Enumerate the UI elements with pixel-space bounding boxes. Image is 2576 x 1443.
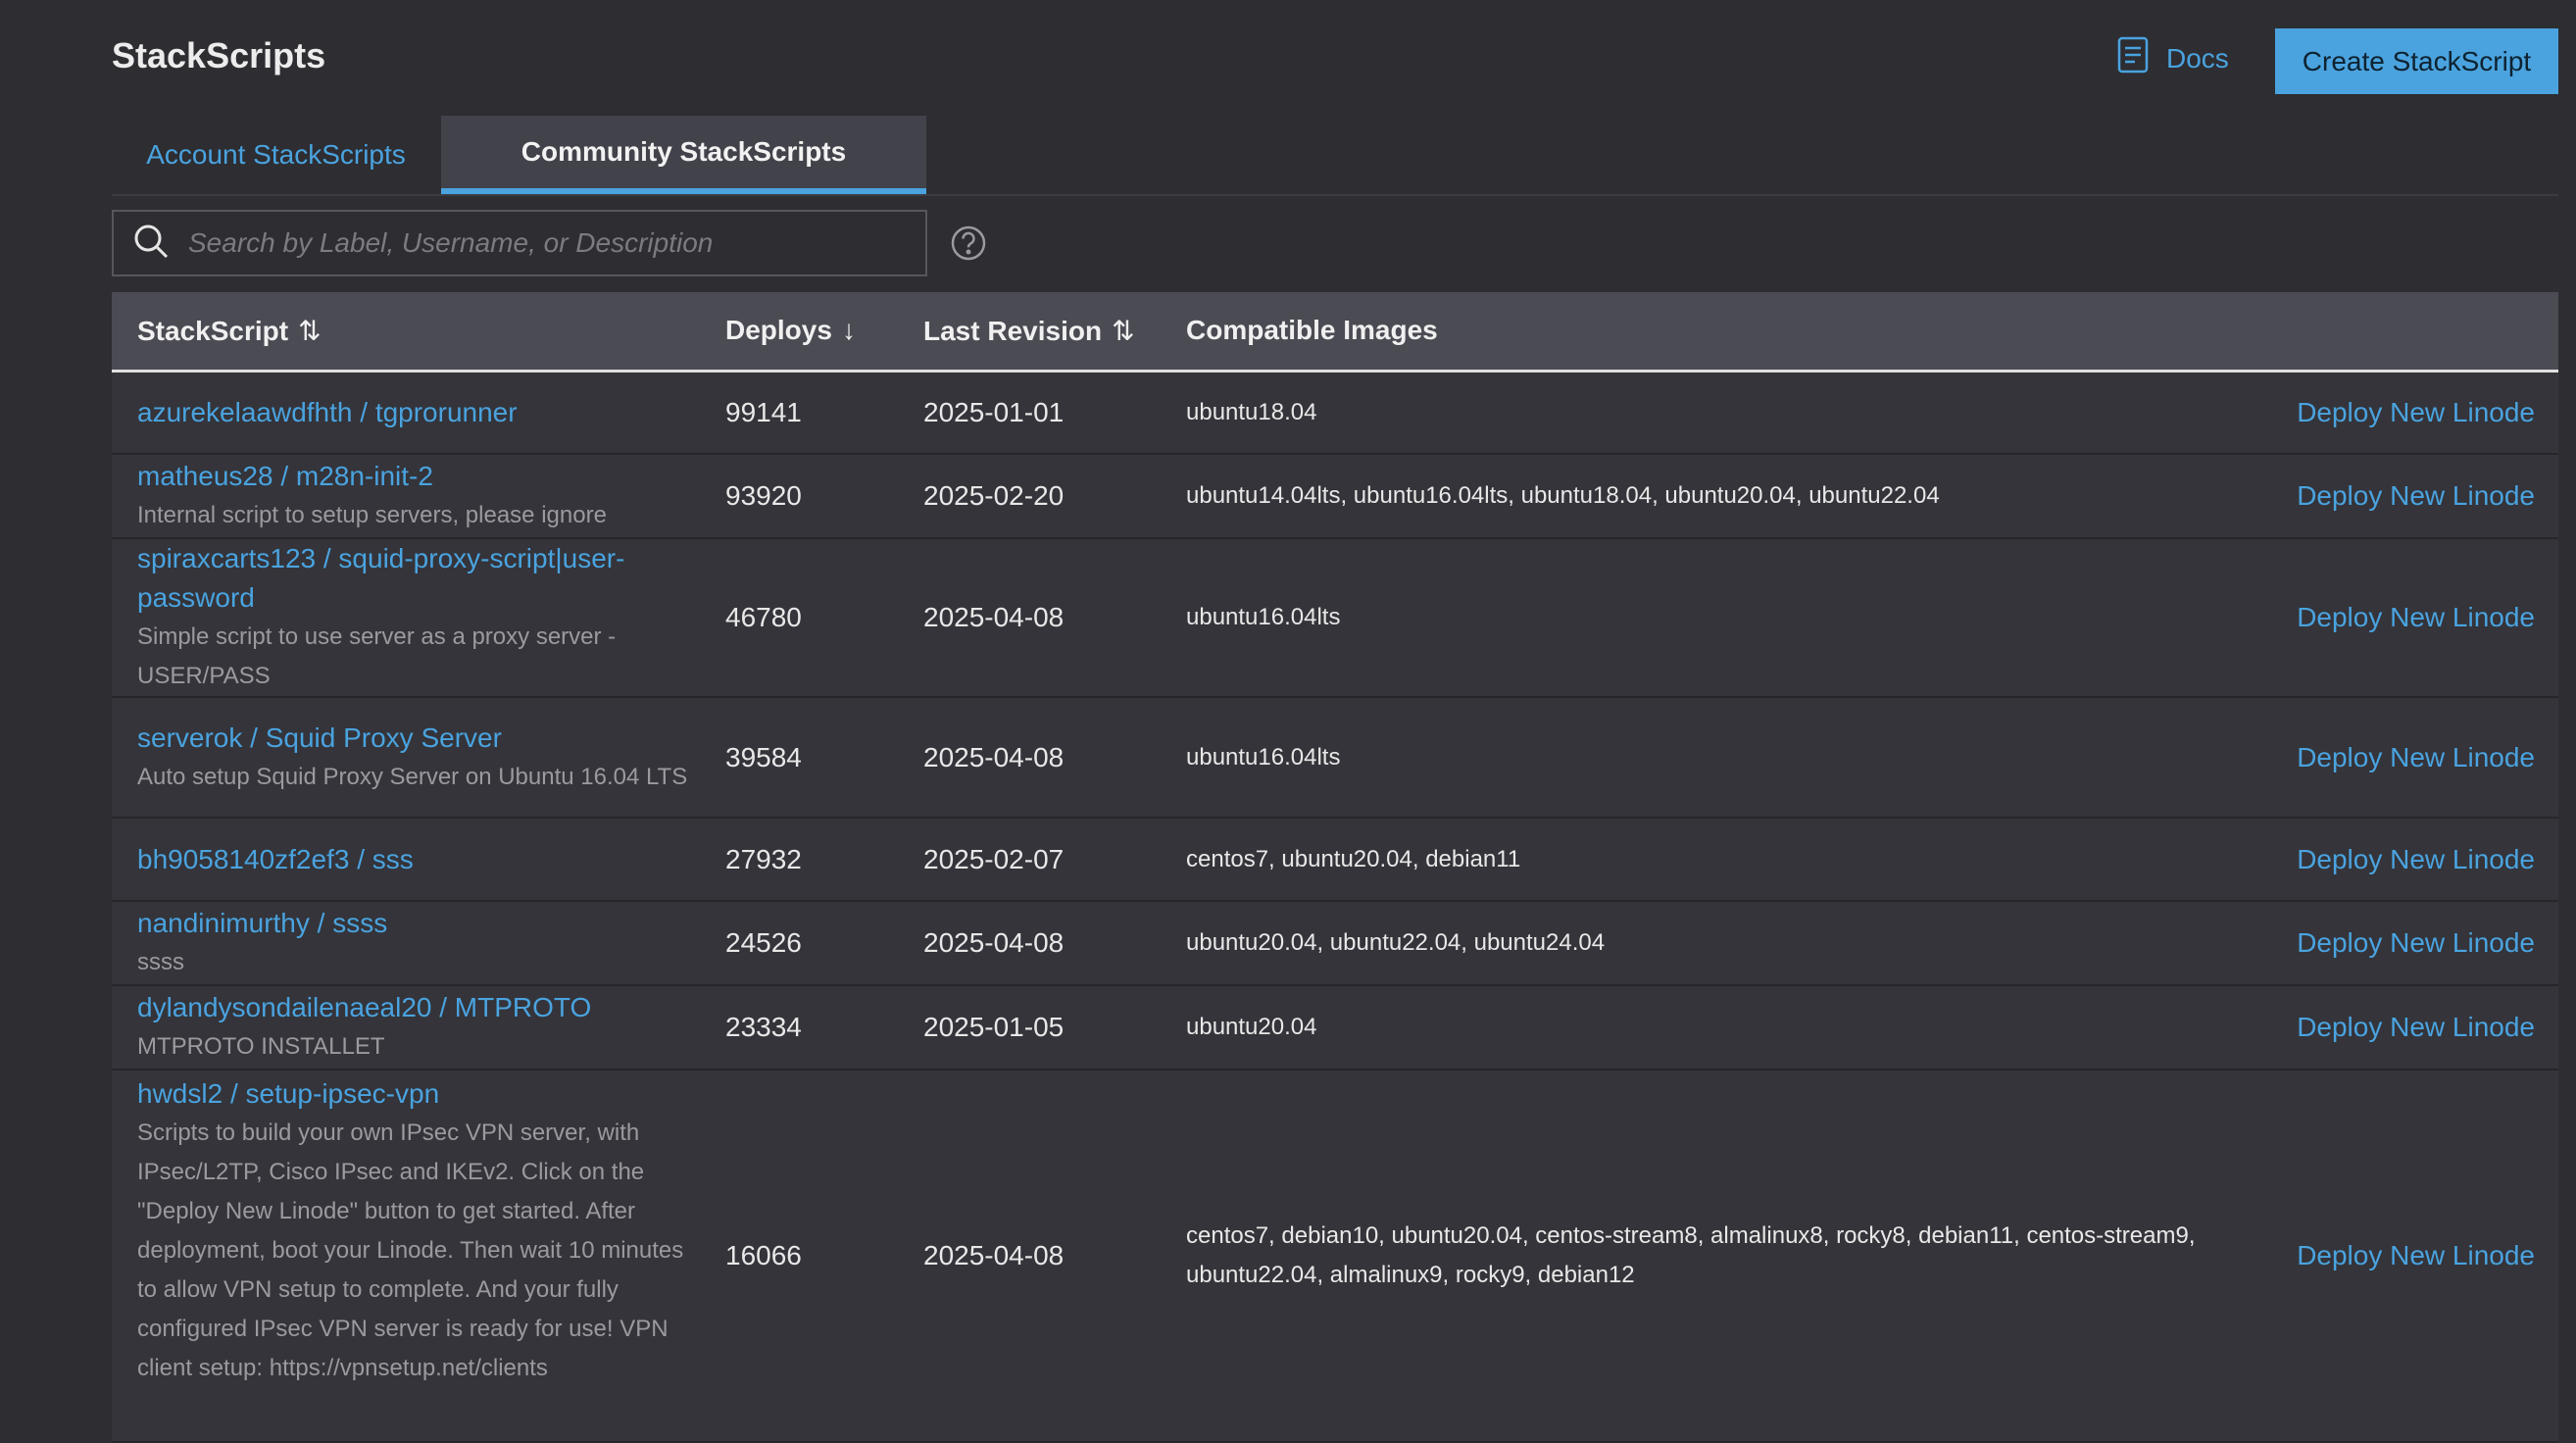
revision-cell: 2025-01-05 [923, 1012, 1065, 1042]
search-icon [114, 222, 171, 266]
column-header-actions [2239, 292, 2558, 371]
deploy-new-linode-link[interactable]: Deploy New Linode [2239, 371, 2558, 454]
stackscript-label-link[interactable]: serverok / Squid Proxy Server [137, 719, 700, 758]
help-icon[interactable] [950, 224, 987, 262]
images-cell: ubuntu18.04 [1186, 398, 1317, 425]
revision-cell: 2025-01-01 [923, 396, 1065, 427]
table-row: nandinimurthy / ssss ssss 24526 2025-04-0… [112, 901, 2558, 985]
deploys-cell: 16066 [725, 1240, 802, 1270]
deploys-cell: 46780 [725, 602, 802, 632]
images-cell: ubuntu20.04, ubuntu22.04, ubuntu24.04 [1186, 929, 1606, 956]
column-header-compatible-images: Compatible Images [1161, 292, 2239, 371]
table-header-row: StackScript ⇅ Deploys ↓ Last Revision ⇅ Com… [112, 292, 2558, 371]
revision-cell: 2025-02-07 [923, 843, 1065, 874]
deploys-cell: 39584 [725, 741, 802, 772]
deploy-new-linode-link[interactable]: Deploy New Linode [2239, 538, 2558, 697]
stackscript-label-link[interactable]: spiraxcarts123 / squid-proxy-script|user… [137, 539, 700, 618]
deploy-new-linode-link[interactable]: Deploy New Linode [2239, 697, 2558, 818]
column-header-deploys[interactable]: Deploys ↓ [700, 292, 898, 371]
search-box [112, 210, 927, 276]
column-header-stackscript[interactable]: StackScript ⇅ [112, 292, 700, 371]
table-row: spiraxcarts123 / squid-proxy-script|user… [112, 538, 2558, 697]
images-cell: ubuntu16.04lts [1186, 743, 1341, 771]
column-label: Compatible Images [1186, 315, 1438, 346]
deploys-cell: 23334 [725, 1012, 802, 1042]
deploys-cell: 24526 [725, 927, 802, 958]
column-label: Last Revision [923, 315, 1103, 346]
images-cell: ubuntu16.04lts [1186, 604, 1341, 630]
sort-both-icon: ⇅ [298, 315, 322, 346]
page-title: StackScripts [112, 35, 326, 75]
revision-cell: 2025-04-08 [923, 602, 1065, 632]
deploy-new-linode-link[interactable]: Deploy New Linode [2239, 1070, 2558, 1442]
column-label: Deploys [725, 315, 832, 346]
column-label: StackScript [137, 315, 289, 346]
images-cell: centos7, debian10, ubuntu20.04, centos-s… [1186, 1222, 2196, 1288]
stackscript-label-link[interactable]: azurekelaawdfhth / tgprorunner [137, 393, 700, 432]
deploy-new-linode-link[interactable]: Deploy New Linode [2239, 818, 2558, 901]
stackscript-label-link[interactable]: matheus28 / m28n-init-2 [137, 457, 700, 496]
tab-community-stackscripts[interactable]: Community StackScripts [441, 116, 926, 194]
revision-cell: 2025-04-08 [923, 1240, 1065, 1270]
stackscript-label-link[interactable]: bh9058140zf2ef3 / sss [137, 840, 700, 879]
deploys-cell: 27932 [725, 843, 802, 874]
table-row: azurekelaawdfhth / tgprorunner 99141 202… [112, 371, 2558, 454]
table-row: dylandysondailenaeal20 / MTPROTO MTPROTO … [112, 985, 2558, 1070]
deploy-new-linode-link[interactable]: Deploy New Linode [2239, 985, 2558, 1070]
stackscript-description: Auto setup Squid Proxy Server on Ubuntu … [137, 763, 688, 790]
table-row: matheus28 / m28n-init-2 Internal script t… [112, 454, 2558, 538]
revision-cell: 2025-02-20 [923, 480, 1065, 511]
docs-label: Docs [2166, 42, 2229, 74]
document-icon [2113, 35, 2153, 81]
sort-down-icon: ↓ [841, 315, 856, 346]
deploy-new-linode-link[interactable]: Deploy New Linode [2239, 454, 2558, 538]
table-row: serverok / Squid Proxy Server Auto setup … [112, 697, 2558, 818]
top-bar: StackScripts Docs Create StackScript [112, 0, 2558, 116]
deploys-cell: 93920 [725, 480, 802, 511]
revision-cell: 2025-04-08 [923, 927, 1065, 958]
table-row: bh9058140zf2ef3 / sss 27932 2025-02-07 c… [112, 818, 2558, 901]
stackscript-description: ssss [137, 949, 184, 975]
tab-account-stackscripts[interactable]: Account StackScripts [112, 116, 440, 194]
stackscript-description: Internal script to setup servers, please… [137, 502, 607, 528]
stackscripts-table: StackScript ⇅ Deploys ↓ Last Revision ⇅ Com… [112, 292, 2558, 1443]
create-stackscript-button[interactable]: Create StackScript [2275, 28, 2558, 94]
main-content: StackScripts Docs Create StackScript Acc… [112, 0, 2558, 1442]
table-row: hwdsl2 / setup-ipsec-vpn Scripts to build… [112, 1070, 2558, 1442]
stackscript-label-link[interactable]: nandinimurthy / ssss [137, 904, 700, 943]
stackscript-label-link[interactable]: hwdsl2 / setup-ipsec-vpn [137, 1074, 700, 1114]
deploys-cell: 99141 [725, 396, 802, 427]
revision-cell: 2025-04-08 [923, 741, 1065, 772]
search-input[interactable] [186, 213, 925, 274]
deploy-new-linode-link[interactable]: Deploy New Linode [2239, 901, 2558, 985]
sort-both-icon: ⇅ [1112, 315, 1135, 346]
stackscript-description: MTPROTO INSTALLET [137, 1033, 385, 1060]
column-header-last-revision[interactable]: Last Revision ⇅ [898, 292, 1161, 371]
tab-bar: Account StackScripts Community StackScri… [112, 116, 2558, 196]
images-cell: centos7, ubuntu20.04, debian11 [1186, 845, 1521, 872]
stackscript-label-link[interactable]: dylandysondailenaeal20 / MTPROTO [137, 988, 700, 1027]
images-cell: ubuntu14.04lts, ubuntu16.04lts, ubuntu18… [1186, 482, 1940, 509]
stackscript-description: Simple script to use server as a proxy s… [137, 623, 617, 689]
docs-link[interactable]: Docs [2113, 35, 2229, 81]
stackscript-description: Scripts to build your own IPsec VPN serv… [137, 1120, 684, 1381]
page: StackScripts Docs Create StackScript Acc… [0, 0, 2576, 1442]
images-cell: ubuntu20.04 [1186, 1014, 1317, 1040]
